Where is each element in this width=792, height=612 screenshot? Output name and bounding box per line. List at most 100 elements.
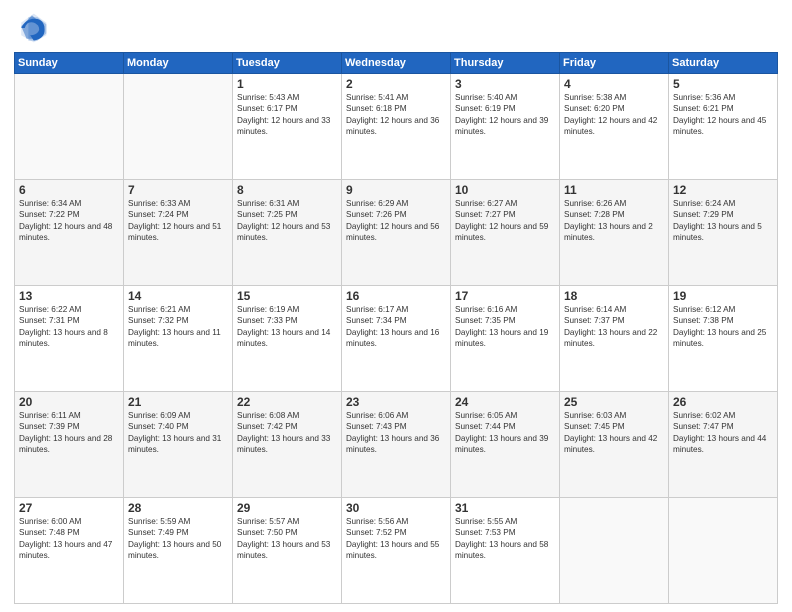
- day-number: 15: [237, 289, 337, 303]
- calendar-cell: 26Sunrise: 6:02 AMSunset: 7:47 PMDayligh…: [669, 392, 778, 498]
- day-number: 19: [673, 289, 773, 303]
- day-detail: Sunrise: 6:00 AMSunset: 7:48 PMDaylight:…: [19, 516, 119, 562]
- calendar-cell: 17Sunrise: 6:16 AMSunset: 7:35 PMDayligh…: [451, 286, 560, 392]
- day-detail: Sunrise: 6:27 AMSunset: 7:27 PMDaylight:…: [455, 198, 555, 244]
- logo: [14, 10, 52, 46]
- day-detail: Sunrise: 5:41 AMSunset: 6:18 PMDaylight:…: [346, 92, 446, 138]
- day-detail: Sunrise: 5:59 AMSunset: 7:49 PMDaylight:…: [128, 516, 228, 562]
- calendar-cell: 23Sunrise: 6:06 AMSunset: 7:43 PMDayligh…: [342, 392, 451, 498]
- day-detail: Sunrise: 5:55 AMSunset: 7:53 PMDaylight:…: [455, 516, 555, 562]
- day-detail: Sunrise: 6:14 AMSunset: 7:37 PMDaylight:…: [564, 304, 664, 350]
- calendar-cell: 19Sunrise: 6:12 AMSunset: 7:38 PMDayligh…: [669, 286, 778, 392]
- day-detail: Sunrise: 5:56 AMSunset: 7:52 PMDaylight:…: [346, 516, 446, 562]
- day-detail: Sunrise: 6:16 AMSunset: 7:35 PMDaylight:…: [455, 304, 555, 350]
- day-detail: Sunrise: 6:08 AMSunset: 7:42 PMDaylight:…: [237, 410, 337, 456]
- calendar-cell: 22Sunrise: 6:08 AMSunset: 7:42 PMDayligh…: [233, 392, 342, 498]
- day-detail: Sunrise: 5:57 AMSunset: 7:50 PMDaylight:…: [237, 516, 337, 562]
- day-detail: Sunrise: 5:43 AMSunset: 6:17 PMDaylight:…: [237, 92, 337, 138]
- day-number: 9: [346, 183, 446, 197]
- day-number: 23: [346, 395, 446, 409]
- day-number: 29: [237, 501, 337, 515]
- weekday-header-tuesday: Tuesday: [233, 53, 342, 74]
- calendar-cell: 6Sunrise: 6:34 AMSunset: 7:22 PMDaylight…: [15, 180, 124, 286]
- day-number: 24: [455, 395, 555, 409]
- day-number: 26: [673, 395, 773, 409]
- page: SundayMondayTuesdayWednesdayThursdayFrid…: [0, 0, 792, 612]
- day-number: 1: [237, 77, 337, 91]
- day-detail: Sunrise: 5:38 AMSunset: 6:20 PMDaylight:…: [564, 92, 664, 138]
- calendar-cell: 14Sunrise: 6:21 AMSunset: 7:32 PMDayligh…: [124, 286, 233, 392]
- day-detail: Sunrise: 6:22 AMSunset: 7:31 PMDaylight:…: [19, 304, 119, 350]
- weekday-header-wednesday: Wednesday: [342, 53, 451, 74]
- calendar-cell: 25Sunrise: 6:03 AMSunset: 7:45 PMDayligh…: [560, 392, 669, 498]
- day-number: 6: [19, 183, 119, 197]
- day-number: 25: [564, 395, 664, 409]
- day-detail: Sunrise: 6:31 AMSunset: 7:25 PMDaylight:…: [237, 198, 337, 244]
- day-detail: Sunrise: 6:06 AMSunset: 7:43 PMDaylight:…: [346, 410, 446, 456]
- calendar-week-row: 6Sunrise: 6:34 AMSunset: 7:22 PMDaylight…: [15, 180, 778, 286]
- day-number: 13: [19, 289, 119, 303]
- day-number: 14: [128, 289, 228, 303]
- calendar-cell: 27Sunrise: 6:00 AMSunset: 7:48 PMDayligh…: [15, 498, 124, 604]
- day-number: 17: [455, 289, 555, 303]
- calendar-cell: 10Sunrise: 6:27 AMSunset: 7:27 PMDayligh…: [451, 180, 560, 286]
- day-number: 18: [564, 289, 664, 303]
- calendar-table: SundayMondayTuesdayWednesdayThursdayFrid…: [14, 52, 778, 604]
- day-number: 30: [346, 501, 446, 515]
- day-number: 5: [673, 77, 773, 91]
- calendar-week-row: 20Sunrise: 6:11 AMSunset: 7:39 PMDayligh…: [15, 392, 778, 498]
- weekday-header-monday: Monday: [124, 53, 233, 74]
- calendar-cell: 20Sunrise: 6:11 AMSunset: 7:39 PMDayligh…: [15, 392, 124, 498]
- calendar-cell: [15, 74, 124, 180]
- day-detail: Sunrise: 6:24 AMSunset: 7:29 PMDaylight:…: [673, 198, 773, 244]
- day-number: 4: [564, 77, 664, 91]
- calendar-cell: 21Sunrise: 6:09 AMSunset: 7:40 PMDayligh…: [124, 392, 233, 498]
- calendar-cell: 5Sunrise: 5:36 AMSunset: 6:21 PMDaylight…: [669, 74, 778, 180]
- calendar-cell: 4Sunrise: 5:38 AMSunset: 6:20 PMDaylight…: [560, 74, 669, 180]
- day-detail: Sunrise: 6:19 AMSunset: 7:33 PMDaylight:…: [237, 304, 337, 350]
- day-number: 3: [455, 77, 555, 91]
- header: [14, 10, 778, 46]
- weekday-header-saturday: Saturday: [669, 53, 778, 74]
- weekday-header-sunday: Sunday: [15, 53, 124, 74]
- calendar-cell: 15Sunrise: 6:19 AMSunset: 7:33 PMDayligh…: [233, 286, 342, 392]
- calendar-cell: 2Sunrise: 5:41 AMSunset: 6:18 PMDaylight…: [342, 74, 451, 180]
- day-number: 11: [564, 183, 664, 197]
- day-number: 16: [346, 289, 446, 303]
- calendar-cell: 24Sunrise: 6:05 AMSunset: 7:44 PMDayligh…: [451, 392, 560, 498]
- calendar-cell: 1Sunrise: 5:43 AMSunset: 6:17 PMDaylight…: [233, 74, 342, 180]
- day-number: 27: [19, 501, 119, 515]
- logo-icon: [14, 10, 50, 46]
- calendar-cell: 16Sunrise: 6:17 AMSunset: 7:34 PMDayligh…: [342, 286, 451, 392]
- day-number: 22: [237, 395, 337, 409]
- day-detail: Sunrise: 5:40 AMSunset: 6:19 PMDaylight:…: [455, 92, 555, 138]
- calendar-cell: 30Sunrise: 5:56 AMSunset: 7:52 PMDayligh…: [342, 498, 451, 604]
- day-detail: Sunrise: 6:21 AMSunset: 7:32 PMDaylight:…: [128, 304, 228, 350]
- day-detail: Sunrise: 6:12 AMSunset: 7:38 PMDaylight:…: [673, 304, 773, 350]
- day-detail: Sunrise: 6:34 AMSunset: 7:22 PMDaylight:…: [19, 198, 119, 244]
- calendar-week-row: 27Sunrise: 6:00 AMSunset: 7:48 PMDayligh…: [15, 498, 778, 604]
- calendar-cell: 7Sunrise: 6:33 AMSunset: 7:24 PMDaylight…: [124, 180, 233, 286]
- day-number: 20: [19, 395, 119, 409]
- calendar-cell: 8Sunrise: 6:31 AMSunset: 7:25 PMDaylight…: [233, 180, 342, 286]
- calendar-week-row: 1Sunrise: 5:43 AMSunset: 6:17 PMDaylight…: [15, 74, 778, 180]
- calendar-cell: 31Sunrise: 5:55 AMSunset: 7:53 PMDayligh…: [451, 498, 560, 604]
- calendar-cell: 13Sunrise: 6:22 AMSunset: 7:31 PMDayligh…: [15, 286, 124, 392]
- day-detail: Sunrise: 6:29 AMSunset: 7:26 PMDaylight:…: [346, 198, 446, 244]
- weekday-header-friday: Friday: [560, 53, 669, 74]
- weekday-header-row: SundayMondayTuesdayWednesdayThursdayFrid…: [15, 53, 778, 74]
- calendar-cell: 12Sunrise: 6:24 AMSunset: 7:29 PMDayligh…: [669, 180, 778, 286]
- day-detail: Sunrise: 6:05 AMSunset: 7:44 PMDaylight:…: [455, 410, 555, 456]
- day-detail: Sunrise: 6:17 AMSunset: 7:34 PMDaylight:…: [346, 304, 446, 350]
- day-detail: Sunrise: 6:26 AMSunset: 7:28 PMDaylight:…: [564, 198, 664, 244]
- calendar-cell: [124, 74, 233, 180]
- calendar-cell: 11Sunrise: 6:26 AMSunset: 7:28 PMDayligh…: [560, 180, 669, 286]
- day-number: 31: [455, 501, 555, 515]
- day-number: 7: [128, 183, 228, 197]
- day-detail: Sunrise: 5:36 AMSunset: 6:21 PMDaylight:…: [673, 92, 773, 138]
- day-number: 12: [673, 183, 773, 197]
- calendar-cell: 9Sunrise: 6:29 AMSunset: 7:26 PMDaylight…: [342, 180, 451, 286]
- calendar-cell: 18Sunrise: 6:14 AMSunset: 7:37 PMDayligh…: [560, 286, 669, 392]
- calendar-cell: 29Sunrise: 5:57 AMSunset: 7:50 PMDayligh…: [233, 498, 342, 604]
- day-detail: Sunrise: 6:02 AMSunset: 7:47 PMDaylight:…: [673, 410, 773, 456]
